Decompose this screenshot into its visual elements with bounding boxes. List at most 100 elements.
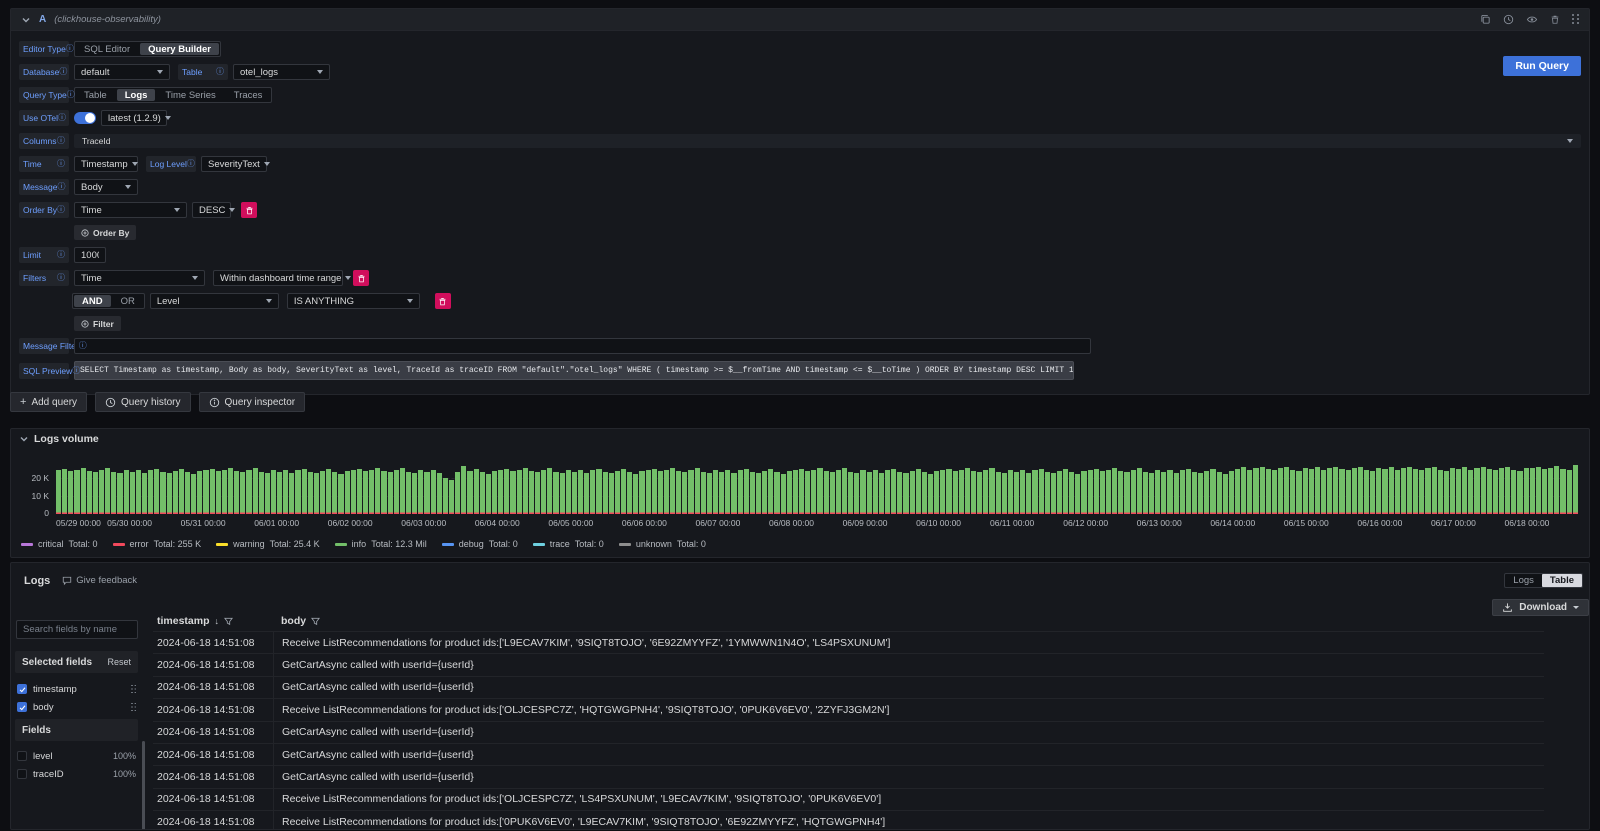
info-icon[interactable]: ⓘ <box>79 342 87 350</box>
hide-response-eye-icon[interactable] <box>1526 14 1538 25</box>
legend-item-error[interactable]: errorTotal: 255 K <box>113 539 202 549</box>
add-order-by-button[interactable]: Order By <box>74 225 136 240</box>
give-feedback-link[interactable]: Give feedback <box>62 575 137 586</box>
info-icon[interactable]: ⓘ <box>57 251 65 259</box>
query-type-option-logs[interactable]: Logs <box>117 89 156 101</box>
filter-field-select[interactable]: Time <box>74 270 205 286</box>
view-option-logs[interactable]: Logs <box>1505 574 1542 587</box>
search-fields-input[interactable] <box>16 620 138 639</box>
use-otel-toggle[interactable] <box>74 112 96 124</box>
log-table-row[interactable]: 2024-06-18 14:51:08GetCartAsync called w… <box>153 676 1544 698</box>
legend-item-debug[interactable]: debugTotal: 0 <box>442 539 518 549</box>
volume-bar <box>308 472 313 514</box>
table-select[interactable]: otel_logs <box>233 64 330 80</box>
info-icon[interactable]: ⓘ <box>58 183 66 191</box>
query-type-option-time-series[interactable]: Time Series <box>156 88 224 102</box>
add-query-button[interactable]: +Add query <box>10 392 87 412</box>
logs-volume-header[interactable]: Logs volume <box>11 429 1589 449</box>
info-icon[interactable]: ⓘ <box>57 274 65 282</box>
order-by-direction-select[interactable]: DESC <box>192 202 231 218</box>
limit-input[interactable] <box>74 247 106 263</box>
delete-query-icon[interactable] <box>1550 14 1560 25</box>
timestamp-column-header[interactable]: timestamp ↓ <box>153 615 273 627</box>
log-table-row[interactable]: 2024-06-18 14:51:08Receive ListRecommend… <box>153 698 1544 720</box>
body-column-header[interactable]: body <box>273 615 320 627</box>
reset-fields-button[interactable]: Reset <box>107 657 131 667</box>
info-icon[interactable]: ⓘ <box>57 160 65 168</box>
info-icon[interactable]: ⓘ <box>187 160 195 168</box>
legend-item-critical[interactable]: criticalTotal: 0 <box>21 539 98 549</box>
volume-bar <box>1192 472 1197 514</box>
download-button[interactable]: Download <box>1492 599 1589 616</box>
filter2-field-select[interactable]: Level <box>150 293 279 309</box>
message-filter-input[interactable] <box>74 338 1091 354</box>
message-column-select[interactable]: Body <box>74 179 138 195</box>
panel-chevron-icon[interactable] <box>19 434 29 444</box>
log-table-row[interactable]: 2024-06-18 14:51:08GetCartAsync called w… <box>153 765 1544 787</box>
legend-item-trace[interactable]: traceTotal: 0 <box>533 539 604 549</box>
duplicate-query-icon[interactable] <box>1480 14 1491 25</box>
time-column-select[interactable]: Timestamp <box>74 156 138 172</box>
filter-bool-and[interactable]: AND <box>74 295 111 307</box>
volume-bar <box>787 471 792 514</box>
log-table-row[interactable]: 2024-06-18 14:51:08GetCartAsync called w… <box>153 653 1544 675</box>
editor-type-option-sql-editor[interactable]: SQL Editor <box>75 42 139 56</box>
editor-type-option-query-builder[interactable]: Query Builder <box>140 43 219 55</box>
field-drag-handle-icon[interactable] <box>131 703 136 712</box>
otel-version-select[interactable]: latest (1.2.9) <box>101 110 167 126</box>
query-ref-letter: A <box>39 14 46 25</box>
field-checkbox[interactable] <box>17 751 27 761</box>
field-row-body[interactable]: body <box>15 700 138 714</box>
query-type-option-table[interactable]: Table <box>75 88 116 102</box>
filter-bool-or[interactable]: OR <box>112 294 144 308</box>
field-row-timestamp[interactable]: timestamp <box>15 682 138 696</box>
info-icon[interactable]: ⓘ <box>59 68 67 76</box>
filter-operator-select[interactable]: Within dashboard time range <box>213 270 343 286</box>
log-table-row[interactable]: 2024-06-18 14:51:08Receive ListRecommend… <box>153 810 1544 830</box>
info-icon[interactable]: ⓘ <box>57 206 65 214</box>
database-select[interactable]: default <box>74 64 170 80</box>
field-row-level[interactable]: level100% <box>15 749 138 763</box>
log-table-row[interactable]: 2024-06-18 14:51:08GetCartAsync called w… <box>153 721 1544 743</box>
info-icon[interactable]: ⓘ <box>216 68 224 76</box>
query-inspector-button[interactable]: Query inspector <box>199 392 306 412</box>
info-icon[interactable]: ⓘ <box>66 45 74 53</box>
field-checkbox[interactable] <box>17 769 27 779</box>
info-icon[interactable]: ⓘ <box>67 91 75 99</box>
query-history-icon[interactable] <box>1503 14 1514 25</box>
field-drag-handle-icon[interactable] <box>131 685 136 694</box>
bar-plot-area[interactable] <box>56 464 1576 514</box>
run-query-button[interactable]: Run Query <box>1503 56 1581 76</box>
log-table-row[interactable]: 2024-06-18 14:51:08GetCartAsync called w… <box>153 743 1544 765</box>
remove-filter2-button[interactable] <box>435 293 451 309</box>
field-checkbox[interactable] <box>17 684 27 694</box>
query-type-option-traces[interactable]: Traces <box>225 88 272 102</box>
query-row-header[interactable]: A (clickhouse-observability) <box>11 9 1589 31</box>
legend-item-info[interactable]: infoTotal: 12.3 Mil <box>335 539 427 549</box>
filter-funnel-icon[interactable] <box>311 617 320 626</box>
sidebar-scrollbar[interactable] <box>142 741 145 830</box>
info-icon[interactable]: ⓘ <box>58 114 66 122</box>
columns-multiselect[interactable]: TraceId <box>74 134 1581 148</box>
log-level-column-select[interactable]: SeverityText <box>201 156 267 172</box>
add-filter-button[interactable]: Filter <box>74 316 121 331</box>
log-table-row[interactable]: 2024-06-18 14:51:08Receive ListRecommend… <box>153 788 1544 810</box>
filter2-operator-select[interactable]: IS ANYTHING <box>287 293 420 309</box>
legend-item-unknown[interactable]: unknownTotal: 0 <box>619 539 706 549</box>
log-table-row[interactable]: 2024-06-18 14:51:08Receive ListRecommend… <box>153 631 1544 653</box>
sort-desc-icon[interactable]: ↓ <box>215 616 220 626</box>
info-icon[interactable]: ⓘ <box>57 137 65 145</box>
query-history-button[interactable]: Query history <box>95 392 190 412</box>
drag-handle-icon[interactable] <box>1572 14 1579 25</box>
view-option-table[interactable]: Table <box>1542 574 1582 587</box>
order-by-field-select[interactable]: Time <box>74 202 187 218</box>
remove-order-by-button[interactable] <box>241 202 257 218</box>
logs-volume-title: Logs volume <box>34 433 99 445</box>
legend-item-warning[interactable]: warningTotal: 25.4 K <box>216 539 320 549</box>
field-checkbox[interactable] <box>17 702 27 712</box>
info-icon[interactable]: ⓘ <box>72 367 80 375</box>
field-row-traceID[interactable]: traceID100% <box>15 767 138 781</box>
remove-filter-button[interactable] <box>353 270 369 286</box>
collapse-chevron-icon[interactable] <box>21 15 31 25</box>
filter-funnel-icon[interactable] <box>224 617 233 626</box>
